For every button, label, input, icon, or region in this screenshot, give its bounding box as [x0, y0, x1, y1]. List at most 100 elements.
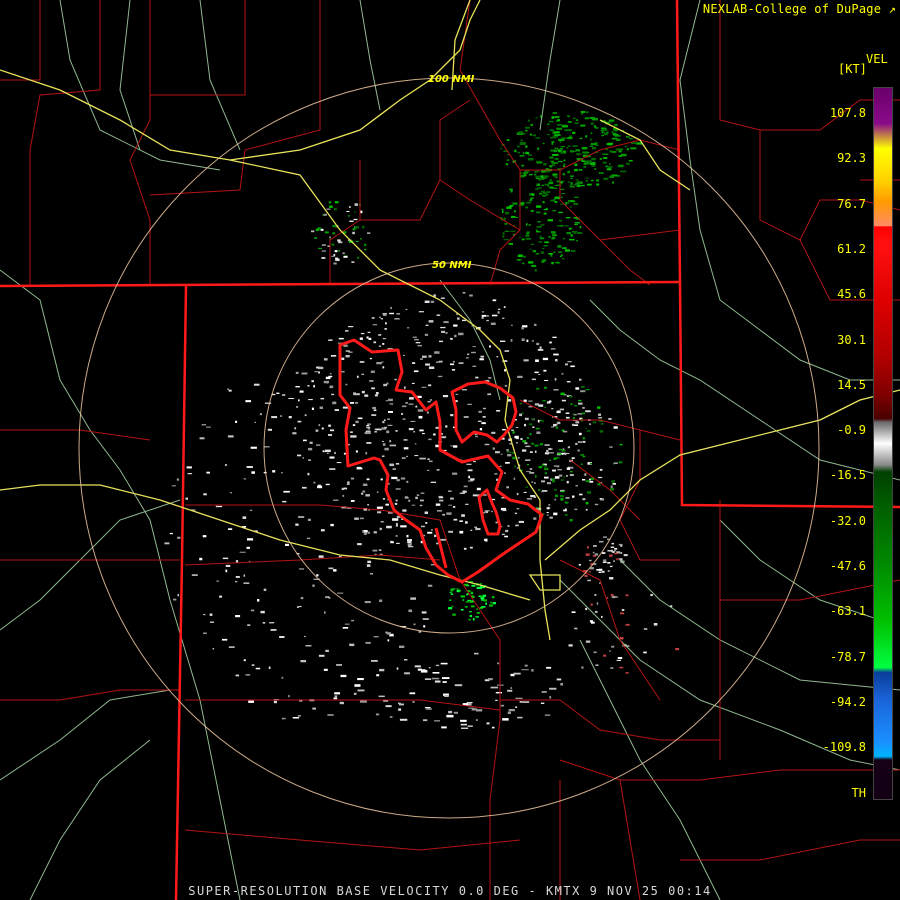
echo-pixel [579, 378, 582, 381]
echo-pixel [538, 241, 543, 243]
echo-pixel [536, 205, 542, 208]
echo-pixel [272, 470, 276, 473]
echo-pixel [566, 467, 571, 470]
echo-pixel [560, 392, 565, 395]
echo-pixel [560, 499, 564, 501]
echo-pixel [569, 519, 573, 522]
echo-pixel [587, 117, 589, 120]
echo-pixel [481, 311, 485, 313]
echo-pixel [551, 116, 554, 119]
echo-pixel [574, 223, 578, 225]
echo-pixel [521, 326, 524, 330]
echo-pixel [581, 463, 583, 466]
echo-pixel [553, 353, 559, 356]
echo-pixel [345, 330, 349, 332]
echo-pixel [580, 390, 586, 393]
echo-pixel [539, 443, 543, 446]
echo-pixel [573, 404, 578, 407]
echo-pixel [506, 139, 510, 141]
external-link-icon[interactable]: ↗ [889, 2, 896, 16]
echo-pixel [504, 472, 506, 474]
echo-pixel [562, 151, 564, 154]
echo-pixel [510, 230, 516, 232]
echo-pixel [379, 527, 382, 531]
echo-pixel [615, 148, 622, 151]
echo-pixel [528, 154, 532, 156]
echo-pixel [285, 543, 289, 546]
echo-pixel [171, 485, 176, 487]
echo-pixel [541, 184, 545, 187]
echo-pixel [411, 504, 416, 506]
echo-pixel [574, 168, 578, 172]
echo-pixel [554, 131, 560, 134]
echo-pixel [534, 323, 537, 326]
echo-pixel [543, 162, 547, 166]
echo-pixel [460, 608, 464, 611]
echo-pixel [308, 447, 313, 451]
echo-pixel [614, 548, 618, 550]
echo-pixel [514, 512, 518, 515]
echo-pixel [403, 439, 408, 441]
echo-pixel [448, 530, 454, 533]
echo-pixel [460, 723, 467, 726]
echo-pixel [307, 385, 310, 387]
echo-pixel [609, 577, 614, 580]
echo-pixel [431, 529, 433, 531]
echo-pixel [454, 684, 463, 687]
echo-pixel [300, 597, 304, 600]
echo-pixel [441, 330, 446, 333]
echo-pixel [620, 170, 627, 173]
legend-tick-label: -94.2 [829, 694, 866, 709]
echo-pixel [328, 339, 333, 341]
echo-pixel [549, 186, 554, 189]
echo-pixel [562, 430, 568, 433]
echo-pixel [522, 701, 530, 703]
echo-pixel [489, 604, 493, 607]
echo-pixel [507, 525, 510, 527]
credit-text[interactable]: NEXLAB-College of DuPage ↗ [703, 2, 896, 16]
echo-pixel [400, 477, 406, 480]
echo-pixel [382, 313, 388, 315]
echo-pixel [617, 164, 624, 168]
echo-pixel [504, 369, 506, 372]
echo-pixel [297, 420, 302, 423]
echo-pixel [568, 395, 573, 398]
echo-pixel [316, 574, 319, 577]
echo-pixel [390, 306, 392, 310]
echo-pixel [542, 194, 547, 197]
echo-pixel [246, 546, 250, 549]
echo-pixel [481, 316, 484, 319]
echo-pixel [643, 651, 647, 654]
echo-pixel [535, 175, 540, 178]
echo-pixel [367, 423, 371, 426]
echo-pixel [550, 348, 556, 350]
echo-pixel [506, 486, 509, 489]
echo-pixel [569, 206, 572, 208]
echo-pixel [571, 423, 575, 426]
echo-pixel [333, 262, 337, 265]
echo-pixel [292, 432, 297, 435]
echo-pixel [428, 438, 432, 441]
echo-pixel [320, 398, 325, 400]
echo-pixel [329, 385, 334, 389]
echo-pixel [408, 609, 413, 613]
echo-pixel [320, 529, 325, 532]
echo-pixel [324, 611, 326, 614]
echo-pixel [378, 345, 381, 347]
echo-pixel [423, 719, 428, 722]
echo-pixel [516, 467, 519, 469]
echo-pixel [418, 631, 422, 633]
echo-pixel [349, 643, 355, 647]
echo-pixel [235, 576, 240, 578]
echo-pixel [448, 504, 452, 506]
echo-pixel [563, 163, 566, 165]
echo-pixel [515, 524, 519, 527]
echo-pixel [572, 145, 578, 147]
echo-pixel [500, 453, 503, 455]
echo-pixel [388, 398, 393, 402]
echo-pixel [609, 554, 613, 557]
echo-pixel [487, 393, 492, 396]
echo-pixel [594, 553, 598, 556]
echo-pixel [301, 372, 308, 375]
echo-pixel [436, 469, 440, 471]
